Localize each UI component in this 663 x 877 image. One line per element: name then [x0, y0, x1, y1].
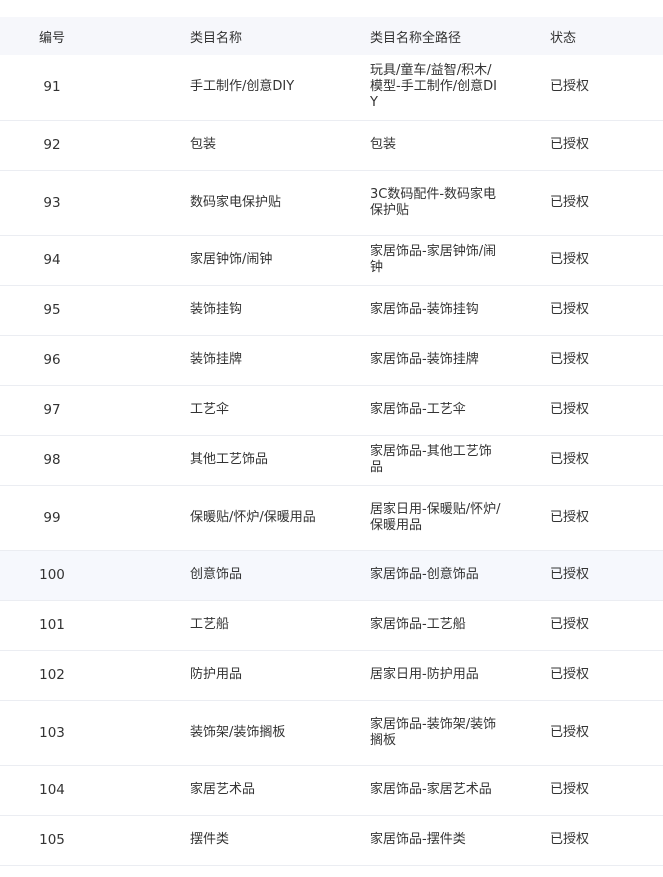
cell-status: 已授权	[550, 252, 590, 267]
cell-path: 居家日用-保暖贴/怀炉/保暖用品	[370, 501, 501, 533]
cell-id: 93	[43, 194, 61, 211]
cell-path: 家居饰品-摆件类	[370, 832, 466, 847]
cell-path: 玩具/童车/益智/积木/模型-手工制作/创意DIY	[370, 63, 497, 111]
cell-id: 94	[43, 252, 61, 268]
cell-name: 其他工艺饰品	[190, 452, 269, 467]
table-row: 93 数码家电保护贴 3C数码配件-数码家电保护贴 已授权	[0, 170, 663, 235]
category-table: 编号 类目名称 类目名称全路径 状态 91 手工制作/创意DIY 玩具/童车/益…	[0, 17, 663, 866]
cell-status: 已授权	[550, 509, 590, 525]
cell-id: 103	[39, 724, 65, 741]
cell-name: 装饰架/装饰搁板	[190, 724, 286, 740]
table-row: 94 家居钟饰/闹钟 家居饰品-家居钟饰/闹钟 已授权	[0, 235, 663, 285]
table-row: 99 保暖贴/怀炉/保暖用品 居家日用-保暖贴/怀炉/保暖用品 已授权	[0, 485, 663, 550]
cell-path: 家居饰品-家居钟饰/闹钟	[370, 244, 497, 275]
cell-status: 已授权	[550, 302, 590, 317]
cell-name: 装饰挂钩	[190, 302, 243, 317]
cell-status: 已授权	[550, 832, 590, 847]
cell-name: 保暖贴/怀炉/保暖用品	[190, 509, 316, 525]
table-row: 101 工艺船 家居饰品-工艺船 已授权	[0, 600, 663, 650]
cell-id: 97	[43, 402, 61, 418]
cell-status: 已授权	[550, 782, 590, 797]
cell-id: 100	[39, 567, 65, 583]
cell-name: 数码家电保护贴	[190, 194, 282, 210]
cell-id: 101	[39, 617, 65, 633]
table-row: 96 装饰挂牌 家居饰品-装饰挂牌 已授权	[0, 335, 663, 385]
cell-id: 96	[43, 352, 61, 368]
cell-status: 已授权	[550, 402, 590, 417]
table-row: 91 手工制作/创意DIY 玩具/童车/益智/积木/模型-手工制作/创意DIY …	[0, 55, 663, 120]
cell-name: 创意饰品	[190, 567, 243, 582]
header-id: 编号	[38, 30, 65, 46]
header-status: 状态	[550, 30, 577, 46]
cell-name: 包装	[190, 137, 217, 152]
table-header: 编号 类目名称 类目名称全路径 状态	[0, 17, 663, 55]
table-row-hovered: 100 创意饰品 家居饰品-创意饰品 已授权	[0, 550, 663, 600]
table-row: 95 装饰挂钩 家居饰品-装饰挂钩 已授权	[0, 285, 663, 335]
cell-path: 包装	[370, 137, 397, 152]
cell-path: 家居饰品-装饰挂牌	[370, 352, 479, 367]
header-name: 类目名称	[190, 30, 243, 46]
cell-name: 家居艺术品	[190, 782, 256, 797]
table-row: 92 包装 包装 已授权	[0, 120, 663, 170]
cell-id: 95	[43, 302, 61, 318]
cell-status: 已授权	[550, 667, 590, 682]
table-row: 105 摆件类 家居饰品-摆件类 已授权	[0, 815, 663, 865]
cell-path: 3C数码配件-数码家电保护贴	[370, 186, 497, 218]
table-row: 102 防护用品 居家日用-防护用品 已授权	[0, 650, 663, 700]
cell-path: 家居饰品-家居艺术品	[370, 782, 492, 797]
table-row: 104 家居艺术品 家居饰品-家居艺术品 已授权	[0, 765, 663, 815]
cell-status: 已授权	[550, 137, 590, 152]
cell-status: 已授权	[550, 79, 590, 95]
cell-name: 工艺伞	[190, 402, 230, 417]
table-body: 91 手工制作/创意DIY 玩具/童车/益智/积木/模型-手工制作/创意DIY …	[0, 55, 663, 865]
table-row: 103 装饰架/装饰搁板 家居饰品-装饰架/装饰搁板 已授权	[0, 700, 663, 765]
cell-name: 手工制作/创意DIY	[190, 79, 295, 95]
cell-name: 装饰挂牌	[190, 352, 243, 367]
cell-status: 已授权	[550, 352, 590, 367]
cell-path: 家居饰品-创意饰品	[370, 567, 479, 582]
cell-status: 已授权	[550, 567, 590, 582]
cell-status: 已授权	[550, 724, 590, 740]
cell-status: 已授权	[550, 452, 590, 467]
table-row: 98 其他工艺饰品 家居饰品-其他工艺饰品 已授权	[0, 435, 663, 485]
cell-id: 92	[43, 137, 61, 153]
cell-name: 摆件类	[190, 832, 230, 847]
cell-id: 98	[43, 452, 61, 468]
cell-path: 家居饰品-装饰挂钩	[370, 302, 479, 317]
cell-id: 104	[39, 782, 65, 798]
cell-id: 91	[43, 79, 61, 96]
cell-name: 工艺船	[190, 617, 230, 632]
category-table-container: 编号 类目名称 类目名称全路径 状态 91 手工制作/创意DIY 玩具/童车/益…	[0, 0, 663, 866]
cell-status: 已授权	[550, 617, 590, 632]
table-header-row: 编号 类目名称 类目名称全路径 状态	[0, 17, 663, 55]
cell-id: 105	[39, 832, 65, 848]
cell-path: 居家日用-防护用品	[370, 667, 479, 682]
cell-path: 家居饰品-工艺船	[370, 617, 466, 632]
cell-path: 家居饰品-其他工艺饰品	[370, 444, 492, 475]
cell-path: 家居饰品-工艺伞	[370, 402, 466, 417]
table-row: 97 工艺伞 家居饰品-工艺伞 已授权	[0, 385, 663, 435]
cell-status: 已授权	[550, 194, 590, 210]
cell-name: 防护用品	[190, 667, 243, 682]
cell-path: 家居饰品-装饰架/装饰搁板	[370, 716, 497, 748]
cell-id: 99	[43, 509, 61, 526]
cell-id: 102	[39, 667, 65, 683]
cell-name: 家居钟饰/闹钟	[190, 252, 273, 267]
header-path: 类目名称全路径	[370, 30, 462, 46]
